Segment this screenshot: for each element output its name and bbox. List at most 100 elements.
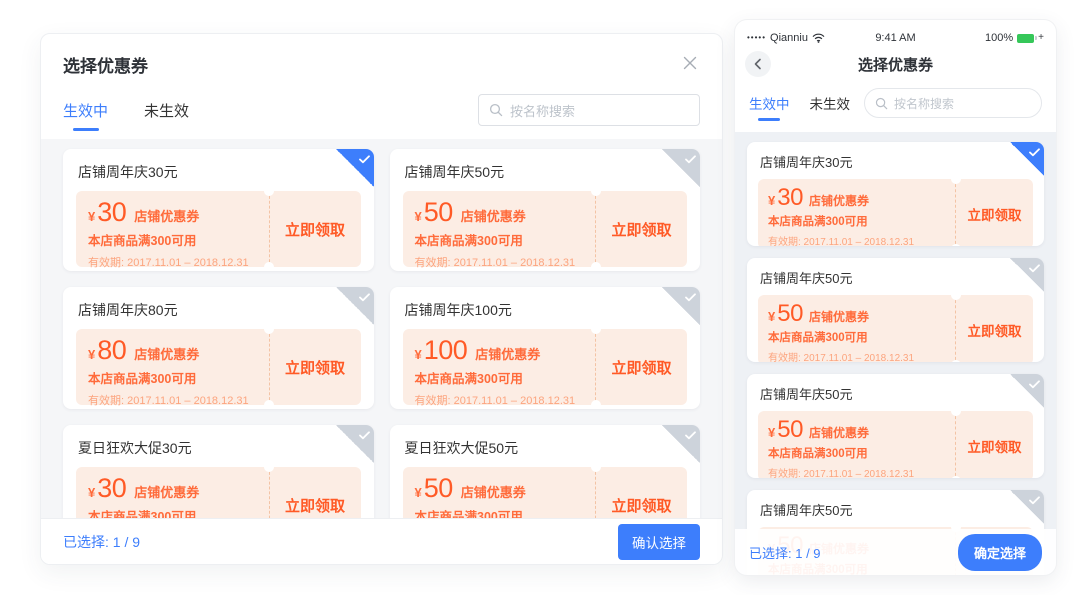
coupon-amount: 80 [97,337,126,364]
coupon-condition: 本店商品满300可用 [415,368,584,387]
modal-footer: 已选择: 1 / 9 确认选择 [41,518,722,564]
currency-symbol: ¥ [768,193,775,208]
coupon-title: 店铺周年庆30元 [760,152,1033,171]
ticket-notch [951,360,961,362]
coupon-card[interactable]: 店铺周年庆50元 ¥ 50 店铺优惠券 本店商品满300可用 有效期: 2017… [747,258,1044,362]
coupon-type-label: 店铺优惠券 [809,308,869,325]
coupon-card[interactable]: 店铺周年庆50元 ¥ 50 店铺优惠券 本店商品满300可用 有效期: 2017… [747,374,1044,478]
currency-symbol: ¥ [415,347,422,362]
claim-button[interactable]: 立即领取 [269,329,361,405]
checkmark-corner-icon [1010,142,1044,176]
coupon-card[interactable]: 店铺周年庆100元 ¥ 100 店铺优惠券 本店商品满300可用 有效期: 20… [390,287,701,409]
chevron-left-icon [753,58,763,70]
modal-title: 选择优惠券 [63,52,700,77]
coupon-card[interactable]: 夏日狂欢大促30元 ¥ 30 店铺优惠券 本店商品满300可用 有效期: 201… [63,425,374,518]
close-x-glyph [682,55,698,71]
claim-button[interactable]: 立即领取 [595,467,687,518]
currency-symbol: ¥ [415,485,422,500]
signal-dots-icon: ••••• [747,34,766,42]
coupon-ticket: ¥ 30 店铺优惠券 本店商品满300可用 有效期: 2017.11.01 – … [76,467,361,518]
claim-label: 立即领取 [611,219,671,240]
currency-symbol: ¥ [88,485,95,500]
tab-active-coupons[interactable]: 生效中 [63,100,108,121]
ticket-notch [951,174,961,184]
coupon-title: 夏日狂欢大促30元 [78,438,361,458]
coupon-ticket: ¥ 30 店铺优惠券 本店商品满300可用 有效期: 2017.11.01 – … [76,191,361,267]
claim-button[interactable]: 立即领取 [269,191,361,267]
ticket-notch [591,186,601,196]
back-button[interactable] [745,51,771,77]
tab-inactive-coupons[interactable]: 未生效 [810,93,851,113]
confirm-selection-button[interactable]: 确定选择 [958,534,1042,571]
claim-label: 立即领取 [968,204,1022,224]
search-input[interactable]: 按名称搜索 [864,88,1042,118]
coupon-condition: 本店商品满300可用 [768,213,945,229]
coupon-card[interactable]: 店铺周年庆80元 ¥ 80 店铺优惠券 本店商品满300可用 有效期: 2017… [63,287,374,409]
claim-label: 立即领取 [611,495,671,516]
status-right: 100% + [985,32,1044,44]
claim-label: 立即领取 [968,320,1022,340]
coupon-card[interactable]: 夏日狂欢大促50元 ¥ 50 店铺优惠券 本店商品满300可用 有效期: 201… [390,425,701,518]
coupon-type-label: 店铺优惠券 [461,482,526,501]
claim-button[interactable]: 立即领取 [595,329,687,405]
coupon-title: 店铺周年庆30元 [78,162,361,182]
ticket-notch [264,262,274,271]
claim-button[interactable]: 立即领取 [955,179,1033,246]
claim-label: 立即领取 [611,357,671,378]
search-icon [875,97,888,110]
checkmark-corner-icon [336,425,374,463]
ticket-notch [951,406,961,416]
coupon-type-label: 店铺优惠券 [809,424,869,441]
search-placeholder: 按名称搜索 [894,95,954,112]
claim-button[interactable]: 立即领取 [955,295,1033,362]
selected-count: 已选择: 1 / 9 [749,543,821,562]
tab-bar: 生效中 未生效 [63,100,189,121]
mobile-toolbar: 生效中 未生效 按名称搜索 [735,82,1056,132]
battery-icon [1017,34,1034,43]
coupon-title: 店铺周年庆80元 [78,300,361,320]
coupon-condition: 本店商品满300可用 [88,230,257,249]
coupon-info: ¥ 100 店铺优惠券 本店商品满300可用 有效期: 2017.11.01 –… [403,329,596,405]
selected-count: 已选择: 1 / 9 [63,532,140,552]
close-icon[interactable] [678,51,702,75]
claim-label: 立即领取 [285,495,345,516]
coupon-info: ¥ 50 店铺优惠券 本店商品满300可用 有效期: 2017.11.01 – … [758,295,955,362]
claim-label: 立即领取 [968,436,1022,456]
coupon-amount: 50 [777,418,803,442]
ticket-notch [264,186,274,196]
coupon-ticket: ¥ 80 店铺优惠券 本店商品满300可用 有效期: 2017.11.01 – … [76,329,361,405]
claim-button[interactable]: 立即领取 [269,467,361,518]
coupon-validity: 有效期: 2017.11.01 – 2018.12.31 [768,465,945,478]
ticket-notch [264,462,274,472]
checkmark-corner-icon [1010,374,1044,408]
coupon-ticket: ¥ 50 店铺优惠券 本店商品满300可用 有效期: 2017.11.01 – … [758,411,1033,478]
claim-button[interactable]: 立即领取 [595,191,687,267]
coupon-validity: 有效期: 2017.11.01 – 2018.12.31 [768,349,945,362]
ticket-notch [264,400,274,409]
checkmark-corner-icon [662,149,700,187]
carrier-label: Qianniu [770,32,808,44]
coupon-validity: 有效期: 2017.11.01 – 2018.12.31 [415,254,584,270]
claim-button[interactable]: 立即领取 [955,411,1033,478]
coupon-card[interactable]: 店铺周年庆50元 ¥ 50 店铺优惠券 本店商品满300可用 有效期: 2017… [390,149,701,271]
search-input[interactable]: 按名称搜索 [478,94,700,126]
checkmark-corner-icon [662,425,700,463]
coupon-info: ¥ 30 店铺优惠券 本店商品满300可用 有效期: 2017.11.01 – … [76,467,269,518]
coupon-ticket: ¥ 30 店铺优惠券 本店商品满300可用 有效期: 2017.11.01 – … [758,179,1033,246]
coupon-title: 店铺周年庆50元 [760,500,1033,519]
coupon-amount: 50 [777,302,803,326]
coupon-ticket: ¥ 100 店铺优惠券 本店商品满300可用 有效期: 2017.11.01 –… [403,329,688,405]
search-placeholder: 按名称搜索 [510,101,575,120]
coupon-title: 店铺周年庆50元 [760,384,1033,403]
coupon-amount: 30 [97,475,126,502]
coupon-amount: 30 [97,199,126,226]
confirm-selection-button[interactable]: 确认选择 [618,524,700,560]
checkmark-corner-icon [1010,258,1044,292]
status-bar: ••••• Qianniu 9:41 AM 100% + [735,20,1056,46]
tab-active-coupons[interactable]: 生效中 [749,93,790,113]
coupon-card[interactable]: 店铺周年庆30元 ¥ 30 店铺优惠券 本店商品满300可用 有效期: 2017… [747,142,1044,246]
claim-label: 立即领取 [285,357,345,378]
coupon-card[interactable]: 店铺周年庆30元 ¥ 30 店铺优惠券 本店商品满300可用 有效期: 2017… [63,149,374,271]
currency-symbol: ¥ [768,309,775,324]
tab-inactive-coupons[interactable]: 未生效 [144,100,189,121]
